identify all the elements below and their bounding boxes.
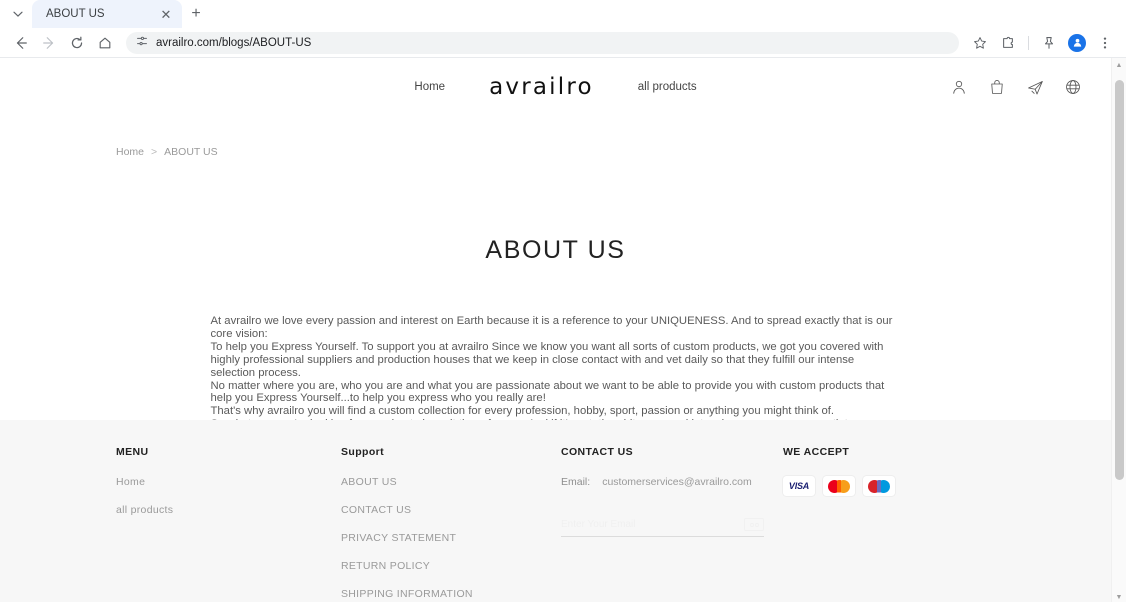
tab-search-chevron-down-icon[interactable] [4, 0, 32, 28]
page-settings-icon[interactable] [136, 34, 148, 52]
shopping-bag-icon[interactable] [987, 77, 1007, 97]
footer-column-menu: MENU Home all products [116, 446, 341, 602]
new-tab-button[interactable]: + [182, 0, 210, 28]
nav-link-all-products[interactable]: all products [638, 81, 697, 93]
footer-link-contact-us[interactable]: CONTACT US [341, 504, 561, 516]
contact-email-row: Email: customerservices@avrailro.com [561, 476, 783, 488]
footer-link-home[interactable]: Home [116, 476, 341, 488]
footer-link-about-us[interactable]: ABOUT US [341, 476, 561, 488]
article-paragraph: To help you Express Yourself. To support… [210, 340, 884, 379]
toolbar-actions [967, 30, 1118, 56]
visa-card-icon: VISA [783, 476, 815, 496]
nav-link-home[interactable]: Home [414, 81, 445, 93]
footer-columns: MENU Home all products Support ABOUT US … [0, 446, 1111, 602]
browser-tab[interactable]: ABOUT US ✕ [32, 0, 182, 28]
tab-strip: ABOUT US ✕ + [0, 0, 1126, 28]
footer-link-shipping-information[interactable]: SHIPPING INFORMATION [341, 588, 561, 600]
pin-icon[interactable] [1036, 30, 1062, 56]
footer-support-list: ABOUT US CONTACT US PRIVACY STATEMENT RE… [341, 476, 561, 602]
home-icon[interactable] [92, 30, 118, 56]
browser-window: ABOUT US ✕ + avrailro.com/blogs/ABOUT-US… [0, 0, 1126, 602]
breadcrumb-home[interactable]: Home [116, 146, 144, 158]
breadcrumb-separator: > [151, 146, 158, 158]
three-dots-menu-icon[interactable] [1092, 30, 1118, 56]
page-scrollbar[interactable]: ▲ ▼ [1111, 58, 1126, 602]
reload-icon[interactable] [64, 30, 90, 56]
header-icon-group [949, 77, 1083, 97]
mastercard-card-icon [823, 476, 855, 496]
tab-title: ABOUT US [46, 8, 105, 20]
web-page: Home avrailro all products Home > ABOUT … [0, 58, 1111, 602]
subscribe-button-icon[interactable] [744, 518, 764, 531]
footer-heading-support: Support [341, 446, 385, 458]
footer-column-support: Support ABOUT US CONTACT US PRIVACY STAT… [341, 446, 561, 602]
scroll-up-arrow-icon[interactable]: ▲ [1112, 58, 1126, 73]
forward-icon[interactable] [36, 30, 62, 56]
site-nav: Home avrailro all products [414, 74, 696, 100]
article-paragraph: That's why avrailro you will find a cust… [210, 405, 835, 418]
payment-icons: VISA [783, 476, 983, 496]
footer-heading-contact: CONTACT US [561, 446, 634, 458]
address-bar[interactable]: avrailro.com/blogs/ABOUT-US [126, 31, 959, 54]
account-icon[interactable] [949, 77, 969, 97]
profile-avatar-icon[interactable] [1064, 30, 1090, 56]
footer-heading-we-accept: WE ACCEPT [783, 446, 850, 458]
breadcrumb-current: ABOUT US [164, 146, 218, 158]
footer-column-we-accept: WE ACCEPT VISA [783, 446, 983, 602]
newsletter-form [561, 518, 764, 537]
footer-link-privacy-statement[interactable]: PRIVACY STATEMENT [341, 532, 561, 544]
footer-column-contact: CONTACT US Email: customerservices@avrai… [561, 446, 783, 602]
page-viewport: Home avrailro all products Home > ABOUT … [0, 58, 1126, 602]
site-footer: MENU Home all products Support ABOUT US … [0, 420, 1111, 602]
maestro-card-icon [863, 476, 895, 496]
site-logo[interactable]: avrailro [489, 74, 594, 100]
article-paragraph: No matter where you are, who you are and… [210, 379, 885, 405]
footer-link-return-policy[interactable]: RETURN POLICY [341, 560, 561, 572]
toolbar-divider [1028, 35, 1029, 50]
airplane-icon[interactable] [1025, 77, 1045, 97]
contact-email-label: Email: [561, 476, 591, 488]
footer-link-all-products[interactable]: all products [116, 504, 341, 516]
footer-menu-list: Home all products [116, 476, 341, 516]
contact-email-value[interactable]: customerservices@avrailro.com [602, 476, 752, 488]
scroll-down-arrow-icon[interactable]: ▼ [1112, 590, 1126, 602]
site-header: Home avrailro all products [0, 58, 1111, 116]
breadcrumb: Home > ABOUT US [116, 146, 218, 158]
extensions-icon[interactable] [995, 30, 1021, 56]
browser-toolbar: avrailro.com/blogs/ABOUT-US [0, 28, 1126, 58]
star-icon[interactable] [967, 30, 993, 56]
url-text: avrailro.com/blogs/ABOUT-US [156, 36, 312, 49]
newsletter-email-input[interactable] [561, 519, 744, 530]
scrollbar-thumb[interactable] [1115, 80, 1124, 480]
page-title: ABOUT US [485, 236, 626, 264]
footer-heading-menu: MENU [116, 446, 149, 458]
globe-icon[interactable] [1063, 77, 1083, 97]
back-icon[interactable] [8, 30, 34, 56]
article-paragraph: At avrailro we love every passion and in… [210, 315, 893, 340]
close-icon[interactable]: ✕ [158, 6, 174, 22]
